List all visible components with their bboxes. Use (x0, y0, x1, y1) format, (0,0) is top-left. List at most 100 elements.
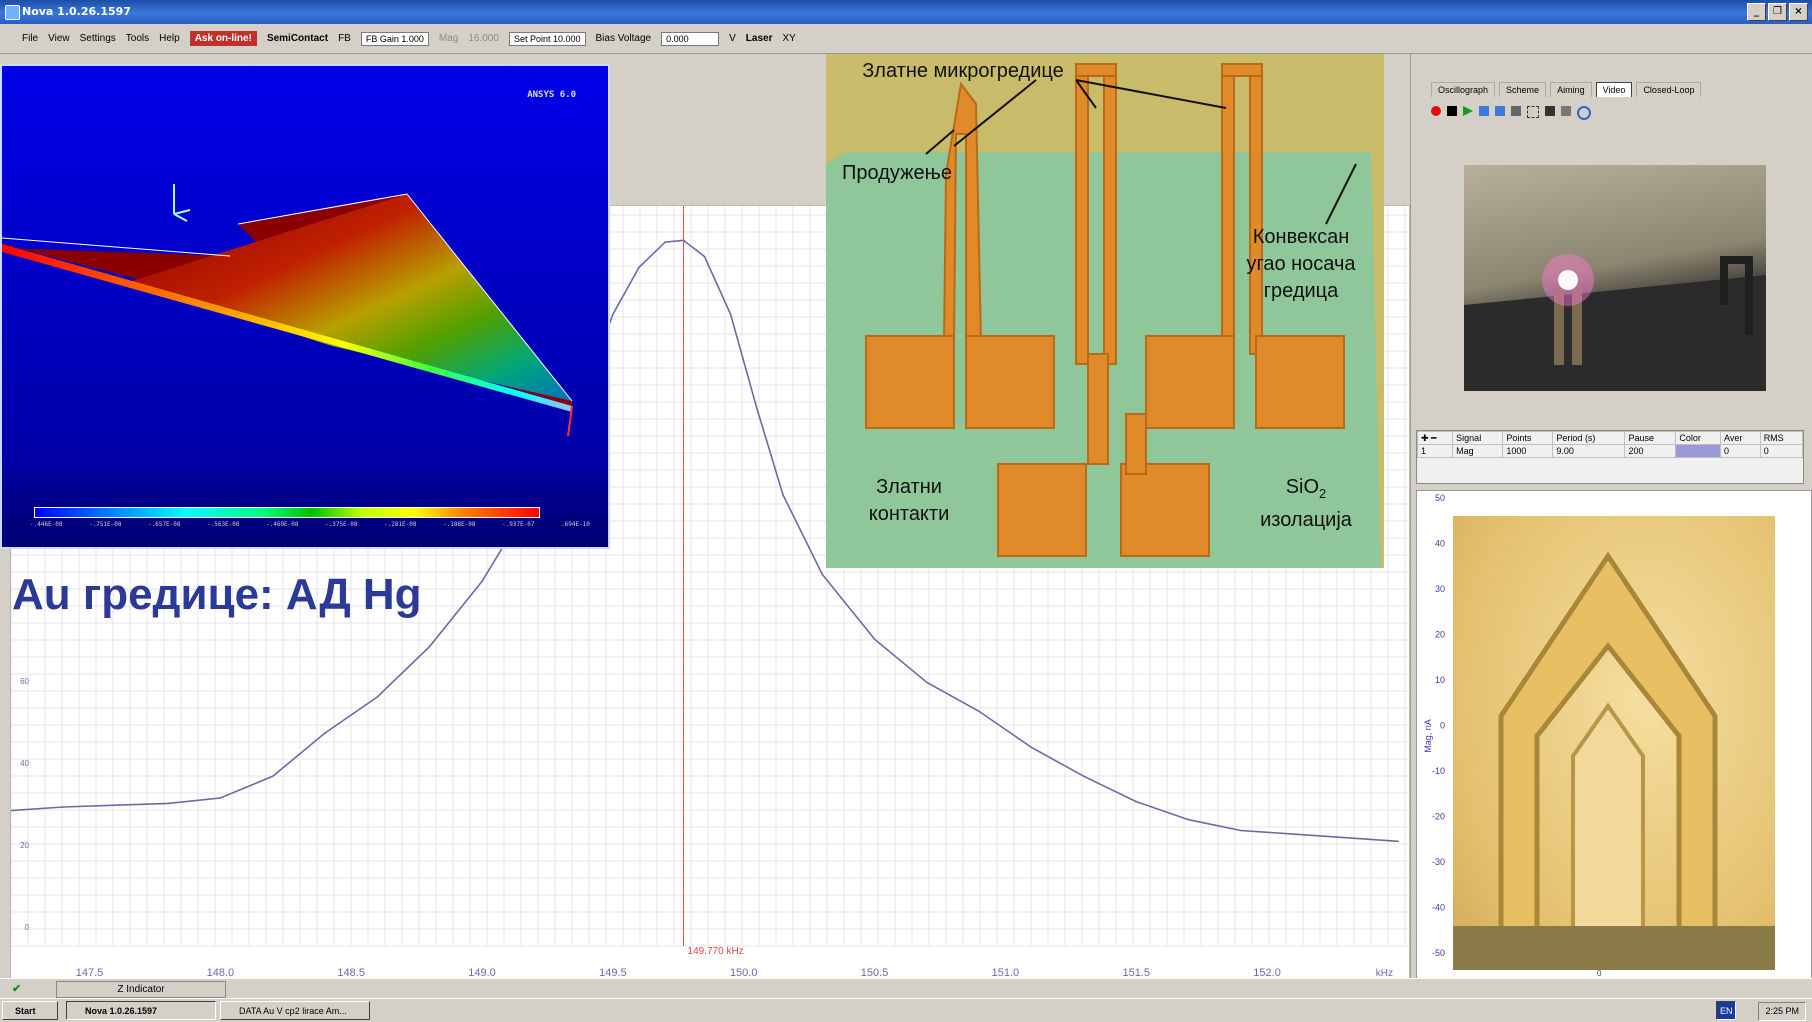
cell-color[interactable] (1675, 444, 1722, 458)
data-point (324, 732, 326, 734)
tab-scheme[interactable]: Scheme (1499, 82, 1547, 97)
y-tick-label: 0 (25, 923, 30, 932)
menu-tools[interactable]: Tools (126, 33, 149, 44)
axis-triad-icon (173, 184, 191, 222)
pen-icon[interactable] (1511, 106, 1521, 116)
menu-settings[interactable]: Settings (80, 33, 116, 44)
col-aver: Aver (1720, 431, 1761, 445)
label-gold-contacts: Златни контакти (854, 474, 964, 528)
ansys-simulation-image: ANSYS 6.0 -.446E-08 -.751E-08 -.657E-08 … (0, 64, 610, 549)
tab-aiming[interactable]: Aiming (1550, 82, 1592, 97)
bias-voltage-field[interactable]: 0.000 (661, 31, 720, 46)
data-point (1292, 833, 1295, 835)
fb-gain-field[interactable]: FB Gain 1.000 (360, 31, 429, 46)
taskbar-item-data[interactable]: DATA Au V cp2 lirace Am... (220, 1001, 370, 1020)
label-sio2-isolation: SiO2 изолација (1246, 474, 1366, 534)
language-indicator[interactable]: EN (1716, 1001, 1736, 1020)
cell-pause[interactable]: 200 (1624, 444, 1677, 458)
zoom-icon[interactable] (1577, 106, 1591, 120)
stop-icon[interactable] (1447, 106, 1457, 116)
laser-button[interactable]: Laser (746, 33, 773, 44)
label-convex-corner: Конвексан угао носача гредица (1226, 224, 1376, 305)
menu-help[interactable]: Help (159, 33, 180, 44)
signal-table: ✚ ━ Signal Points Period (s) Pause Color… (1416, 430, 1804, 484)
ask-online-button[interactable]: Ask on-line! (189, 31, 257, 46)
fb-toggle[interactable]: FB (338, 33, 351, 44)
mag-tick-label: -30 (1432, 857, 1445, 867)
minimize-button[interactable]: _ (1747, 3, 1766, 21)
settings-icon[interactable] (1561, 106, 1571, 116)
menu-file[interactable]: File (22, 33, 38, 44)
select-icon[interactable] (1527, 106, 1539, 118)
col-signal: Signal (1452, 431, 1504, 445)
taskbar-item-nova[interactable]: Nova 1.0.26.1597 (66, 1001, 216, 1020)
col-rms: RMS (1759, 431, 1804, 445)
save-icon[interactable] (1545, 106, 1555, 116)
tab-closed-loop[interactable]: Closed-Loop (1636, 82, 1702, 97)
video-feed (1464, 165, 1766, 391)
y-tick-label: 60 (20, 677, 29, 686)
table-row[interactable]: 1 Mag 1000 9.00 200 0 0 (1416, 444, 1804, 458)
data-point (703, 255, 706, 258)
window-title-bar: Nova 1.0.26.1597 _ ❐ × (0, 0, 1812, 24)
cell-rms: 0 (1759, 444, 1804, 458)
z-indicator[interactable]: Z Indicator (56, 981, 226, 998)
panel-tabs: Oscillograph Scheme Aiming Video Closed-… (1431, 82, 1702, 97)
data-point (729, 313, 732, 316)
mag-tick-label: -20 (1432, 812, 1445, 822)
check-icon: ✔ (12, 983, 22, 995)
data-point (782, 493, 784, 496)
data-point (664, 241, 667, 243)
cell-points[interactable]: 1000 (1502, 444, 1554, 458)
tab-oscillograph[interactable]: Oscillograph (1431, 82, 1496, 97)
mag-tick-label: 10 (1435, 675, 1445, 685)
menu-view[interactable]: View (48, 33, 70, 44)
data-point (219, 797, 222, 799)
mag-tick-label: -50 (1432, 948, 1445, 958)
bias-unit-label: V (729, 33, 736, 44)
start-button[interactable]: Start (2, 1001, 58, 1020)
xy-button[interactable]: XY (782, 33, 795, 44)
mode-select[interactable]: SemiContact (267, 33, 328, 44)
scale-label: -.937E-07 (502, 521, 535, 528)
data-point (873, 638, 876, 640)
col-pause: Pause (1624, 431, 1677, 445)
col-period: Period (s) (1552, 431, 1626, 445)
table-tools[interactable]: ✚ ━ (1416, 431, 1454, 445)
sio2-text: SiO (1285, 476, 1320, 498)
table-header-row: ✚ ━ Signal Points Period (s) Pause Color… (1416, 431, 1804, 445)
scale-label: -.188E-08 (443, 521, 476, 528)
mag-tick-label: -40 (1432, 903, 1445, 913)
play-icon[interactable] (1463, 106, 1473, 116)
label-gold-microbeams: Златне микрогредице (862, 60, 1064, 82)
peak-marker-label: 149.770 kHz (688, 946, 744, 957)
cell-aver[interactable]: 0 (1720, 444, 1761, 458)
data-point (755, 407, 758, 409)
tab-video[interactable]: Video (1595, 82, 1633, 97)
mag-select[interactable]: Mag (439, 33, 458, 44)
data-point (926, 681, 928, 684)
data-point (167, 802, 169, 805)
maximize-button[interactable]: ❐ (1768, 3, 1787, 21)
scale-label: -.446E-08 (30, 521, 63, 528)
frame-icon[interactable] (1495, 106, 1505, 116)
y-tick-label: 40 (20, 759, 29, 768)
window-title: Nova 1.0.26.1597 (22, 5, 131, 18)
mag-tick-label: 50 (1435, 493, 1445, 503)
cantilever-photo (1453, 516, 1775, 970)
scale-label: -.563E-08 (207, 521, 240, 528)
data-point (638, 266, 640, 269)
record-icon[interactable] (1431, 106, 1441, 116)
menu-toolbar: File View Settings Tools Help Ask on-lin… (0, 24, 1812, 54)
cell-signal[interactable]: Mag (1452, 444, 1504, 458)
set-point-field[interactable]: Set Point 10.000 (508, 31, 586, 46)
label-sio2: SiO2 (1246, 474, 1366, 507)
mag-bottom-label: 0 (1597, 969, 1602, 978)
status-bar: ✔ Z Indicator (0, 978, 1812, 998)
video-toolbar (1431, 106, 1591, 120)
cell-period[interactable]: 9.00 (1552, 444, 1626, 458)
video-frame (1464, 254, 1766, 391)
frame-icon[interactable] (1479, 106, 1489, 116)
close-button[interactable]: × (1789, 3, 1808, 21)
taskbar: Start Nova 1.0.26.1597 DATA Au V cp2 lir… (0, 998, 1812, 1022)
